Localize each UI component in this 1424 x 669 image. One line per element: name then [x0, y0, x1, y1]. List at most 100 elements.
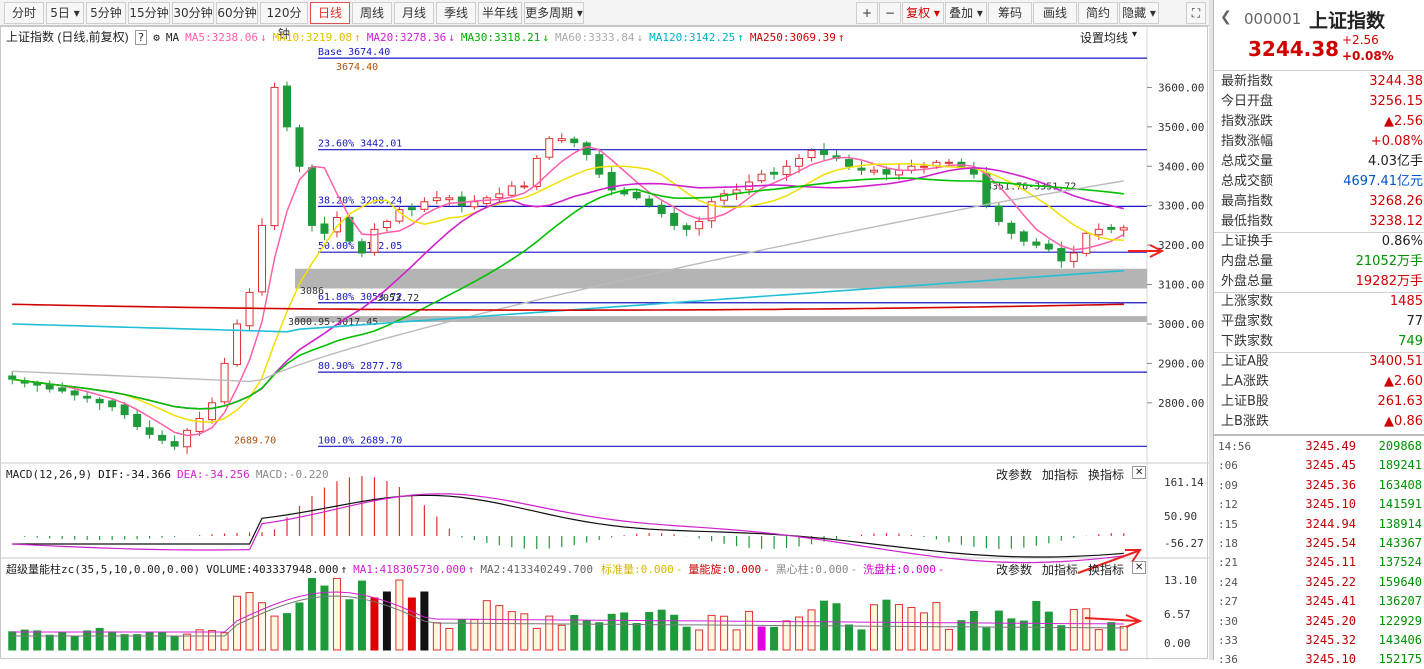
volume-title: 超级量能柱zc(35,5,10,0.00,0.00) — [6, 563, 201, 576]
toolbar-button-5[interactable]: 画线 — [1033, 2, 1077, 24]
ma-arrow: ↓ — [636, 31, 644, 44]
macd-button-2[interactable]: 换指标 — [1088, 466, 1124, 483]
volume-button-1[interactable]: 加指标 — [1042, 561, 1078, 578]
period-tab-0[interactable]: 分时 — [4, 2, 44, 24]
candle-body — [857, 167, 866, 171]
quote-value: 19282万手 — [1355, 274, 1423, 289]
volume-bar — [357, 580, 366, 651]
period-tab-12[interactable]: 更多周期 ▾ — [524, 2, 584, 24]
candle-body — [807, 150, 816, 159]
toolbar-button-4[interactable]: 筹码 — [988, 2, 1032, 24]
volume-item-text: VOLUME:403337948.000 — [206, 563, 339, 576]
volume-item-arrow: - — [675, 563, 683, 576]
stock-name: 上证指数 — [1309, 10, 1386, 32]
tick-time: :06 — [1218, 459, 1238, 473]
volume-item-4: 量能旋:0.000- — [688, 563, 769, 576]
period-tab-11[interactable]: 半年线 — [478, 2, 522, 24]
chart-title: 上证指数 (日线,前复权) — [6, 30, 129, 44]
period-tab-10[interactable]: 季线 — [436, 2, 476, 24]
quote-value: 749 — [1398, 334, 1423, 349]
candle-body — [1107, 227, 1116, 230]
period-tab-2[interactable]: 5分钟 — [86, 2, 126, 24]
volume-bar — [445, 627, 454, 651]
period-tab-3[interactable]: 15分钟 — [128, 2, 170, 24]
chart-area[interactable]: 3600.00 3500.00 3400.00 3300.00 3200.00 3100.… — [0, 26, 1209, 660]
macd-button-1[interactable]: 加指标 — [1042, 466, 1078, 483]
macd-button-0[interactable]: 改参数 — [996, 466, 1032, 483]
toolbar-button-3[interactable]: 叠加 ▾ — [945, 2, 987, 24]
main-indicator-bar: 上证指数 (日线,前复权)? ⚙ MA MA5:3238.06 ↓ MA10:3219.0… — [6, 28, 1156, 46]
volume-button-0[interactable]: 改参数 — [996, 561, 1032, 578]
toolbar-button-2[interactable]: 复权 ▾ — [902, 2, 944, 24]
volume-bar — [832, 603, 841, 651]
volume-item-arrow: - — [937, 563, 945, 576]
toolbar-button-1[interactable]: − — [879, 2, 901, 24]
period-tab-9[interactable]: 月线 — [394, 2, 434, 24]
tick-row-3: :12 3245.10 141591 — [1214, 495, 1424, 514]
sidebar-collapse-icon[interactable]: ❮ — [1220, 9, 1232, 25]
volume-bar — [682, 626, 691, 651]
dif-value: DIF:-34.366 — [98, 468, 171, 481]
period-tab-1[interactable]: 5日 ▾ — [46, 2, 84, 24]
volume-bar — [1032, 601, 1041, 651]
candle-body — [320, 223, 329, 234]
toolbar-button-0[interactable]: + — [856, 2, 878, 24]
quote-label: 外盘总量 — [1221, 274, 1274, 289]
settings-dropdown-icon[interactable]: ▾ — [1132, 29, 1137, 40]
help-icon[interactable]: ? — [134, 30, 148, 45]
quote-row-0: 最新指数 3244.38 — [1214, 72, 1424, 92]
period-toolbar: 分时 5日 ▾ 5分钟 15分钟 30分钟 60分钟 120分钟 日线 周线 月线 季线 半年线 更多周… — [0, 0, 1209, 41]
volume-bar — [770, 626, 779, 651]
volume-bar — [545, 615, 554, 651]
gear-icon[interactable]: ⚙ — [153, 31, 160, 44]
volume-close-icon[interactable]: ✕ — [1132, 561, 1147, 574]
volume-bar — [83, 630, 92, 651]
volume-bar — [457, 618, 466, 651]
quote-row-16: 上证B股 261.63 — [1214, 392, 1424, 412]
tick-volume: 143367 — [1378, 536, 1422, 550]
ma-value-5: MA120:3142.25 ↑ — [649, 31, 744, 44]
volume-item-text: MA2:413340249.700 — [480, 563, 593, 576]
candle-body — [994, 205, 1003, 222]
volume-bar — [907, 606, 916, 651]
fullscreen-icon[interactable]: ⛶ — [1186, 2, 1206, 24]
toolbar-button-7[interactable]: 隐藏 ▾ — [1119, 2, 1159, 24]
volume-bar — [807, 609, 816, 651]
candle-body — [982, 173, 991, 207]
volume-bar — [695, 629, 704, 651]
tick-row-1: :06 3245.45 189241 — [1214, 456, 1424, 475]
volume-button-2[interactable]: 换指标 — [1088, 561, 1124, 578]
ma-text: MA10:3219.08 — [272, 31, 353, 44]
ma-text: MA120:3142.25 — [649, 31, 736, 44]
period-tab-6[interactable]: 120分钟 — [260, 2, 308, 41]
candle-body — [445, 197, 454, 201]
period-tab-4[interactable]: 30分钟 — [172, 2, 214, 24]
toolbar-button-6[interactable]: 简约 — [1078, 2, 1118, 24]
volume-item-5: 黑心柱:0.000- — [776, 563, 857, 576]
period-tab-7[interactable]: 日线 — [310, 2, 350, 24]
volume-bar — [8, 631, 17, 651]
tick-volume: 138914 — [1378, 516, 1422, 531]
volume-bar — [283, 613, 291, 651]
ma-text: MA250:3069.39 — [749, 31, 836, 44]
volume-bar — [919, 612, 928, 651]
candle-body — [770, 171, 779, 175]
candle-body — [45, 384, 54, 390]
period-tab-5[interactable]: 60分钟 — [216, 2, 258, 24]
current-price: 3244.38 — [1248, 37, 1340, 61]
volume-item-3: 标准量:0.000- — [601, 563, 682, 576]
candle-body — [795, 157, 804, 167]
fib-label-5: 80.90% 2877.78 — [318, 361, 402, 372]
ma-settings-button[interactable]: 设置均线 — [1080, 29, 1128, 46]
quote-row-7: 最低指数 3238.12 — [1214, 212, 1424, 232]
quote-row-12: 平盘家数 77 — [1214, 312, 1424, 332]
period-tab-8[interactable]: 周线 — [352, 2, 392, 24]
volume-bar — [620, 612, 629, 651]
volume-bar — [757, 626, 766, 651]
candle-body — [1082, 232, 1091, 254]
volume-bar — [1094, 629, 1103, 651]
quote-label: 总成交额 — [1221, 174, 1274, 189]
quote-label: 上涨家数 — [1221, 294, 1274, 309]
macd-close-icon[interactable]: ✕ — [1132, 466, 1147, 479]
candle-body — [582, 142, 591, 155]
